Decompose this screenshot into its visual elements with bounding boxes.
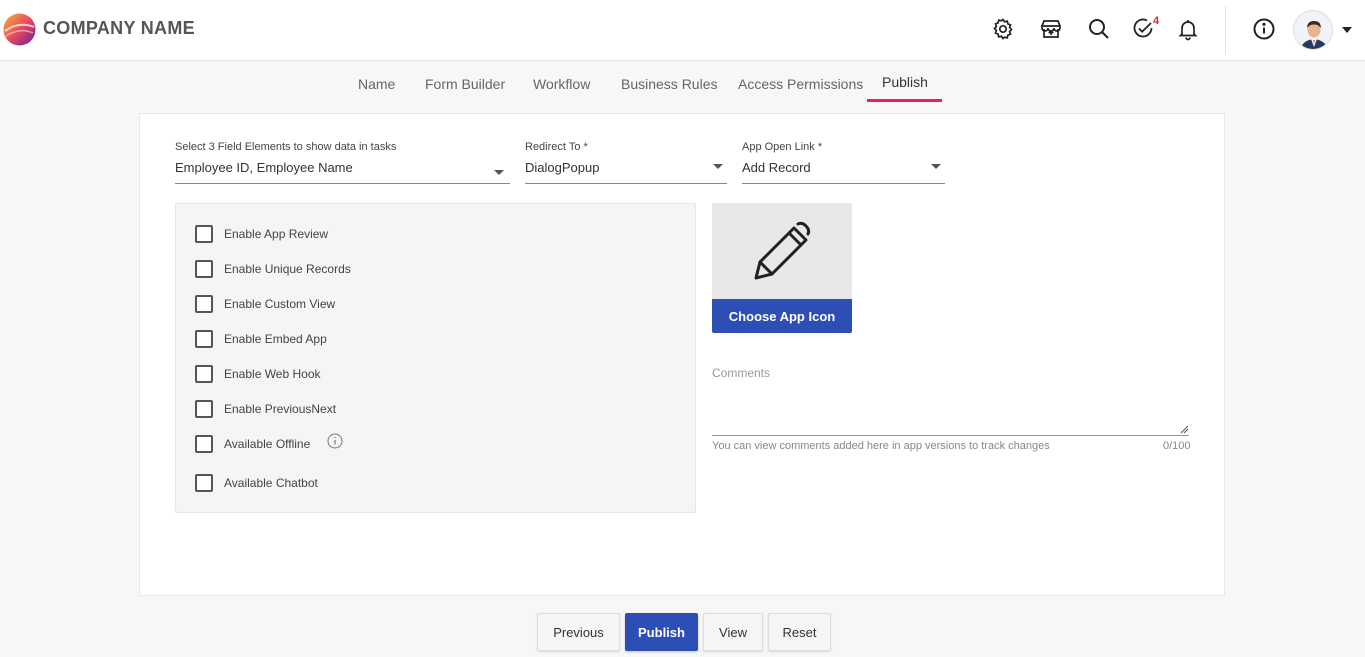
task-fields-value: Employee ID, Employee Name [175,160,353,175]
comments-textarea[interactable] [712,435,1189,436]
checkbox-available-chatbot[interactable]: Available Chatbot [195,473,318,493]
resize-handle-icon[interactable] [1180,425,1189,434]
checkbox[interactable] [195,225,213,243]
task-fields-label: Select 3 Field Elements to show data in … [175,141,397,153]
checkbox-label: Enable Embed App [224,332,327,346]
bell-icon[interactable] [1175,16,1201,42]
checkbox-label: Available Chatbot [224,476,318,490]
reset-button[interactable]: Reset [768,613,831,651]
redirect-to-value: DialogPopup [525,160,600,175]
comments-help-text: You can view comments added here in app … [712,440,1050,452]
comments-char-count: 0/100 [1163,440,1191,452]
view-button[interactable]: View [703,613,763,651]
top-bar: COMPANY NAME 4 [0,0,1365,61]
checkbox[interactable] [195,260,213,278]
app-open-link-label: App Open Link * [742,141,823,153]
app-store-icon[interactable] [1038,16,1064,42]
checkbox[interactable] [195,435,213,453]
choose-app-icon-button[interactable]: Choose App Icon [712,299,852,333]
checkbox[interactable] [195,295,213,313]
checkbox-label: Enable Custom View [224,297,336,311]
app-open-link-select[interactable]: App Open Link * Add Record [742,141,945,184]
checkbox-enable-web-hook[interactable]: Enable Web Hook [195,364,321,384]
checkbox-enable-custom-view[interactable]: Enable Custom View [195,294,335,314]
info-icon[interactable] [1251,16,1277,42]
tasks-badge: 4 [1153,15,1160,27]
chevron-down-icon [931,164,941,169]
previous-button[interactable]: Previous [537,613,620,651]
user-menu-caret-icon[interactable] [1342,27,1352,33]
checkbox[interactable] [195,474,213,492]
checkbox[interactable] [195,400,213,418]
checkbox[interactable] [195,330,213,348]
wizard-tabs: Name Form Builder Workflow Business Rule… [0,61,1365,111]
checkbox-enable-app-review[interactable]: Enable App Review [195,224,328,244]
options-panel [175,203,696,513]
settings-icon[interactable] [990,16,1016,42]
checkbox-enable-previous-next[interactable]: Enable PreviousNext [195,399,336,419]
tab-access-permissions[interactable]: Access Permissions [738,75,863,105]
chevron-down-icon [494,170,504,175]
redirect-to-label: Redirect To * [525,141,588,153]
active-tab-indicator [867,99,942,102]
user-avatar[interactable] [1293,10,1333,50]
comments-label: Comments [712,366,771,380]
checkbox-enable-unique-records[interactable]: Enable Unique Records [195,259,351,279]
header-divider [1225,6,1226,54]
tab-business-rules[interactable]: Business Rules [621,75,718,105]
checkbox-label: Enable Web Hook [224,367,321,381]
offline-info-icon[interactable] [327,433,343,449]
publish-button[interactable]: Publish [625,613,698,651]
tab-name[interactable]: Name [358,75,395,105]
company-logo [3,13,36,46]
task-fields-select[interactable]: Select 3 Field Elements to show data in … [175,141,510,184]
checkbox-enable-embed-app[interactable]: Enable Embed App [195,329,327,349]
redirect-to-select[interactable]: Redirect To * DialogPopup [525,141,727,184]
company-name: COMPANY NAME [43,18,195,38]
checkbox-label: Enable App Review [224,227,329,241]
chevron-down-icon [713,164,723,169]
checkbox-label: Available Offline [224,437,311,451]
search-icon[interactable] [1086,16,1112,42]
checkbox[interactable] [195,365,213,383]
checkbox-label: Enable Unique Records [224,262,351,276]
pen-icon [754,221,811,280]
app-open-link-value: Add Record [742,160,811,175]
tab-form-builder[interactable]: Form Builder [425,75,505,105]
tab-workflow[interactable]: Workflow [533,75,590,105]
checkbox-label: Enable PreviousNext [224,402,337,416]
app-icon-preview: Choose App Icon [712,203,852,333]
checkbox-available-offline[interactable]: Available Offline [195,434,310,454]
